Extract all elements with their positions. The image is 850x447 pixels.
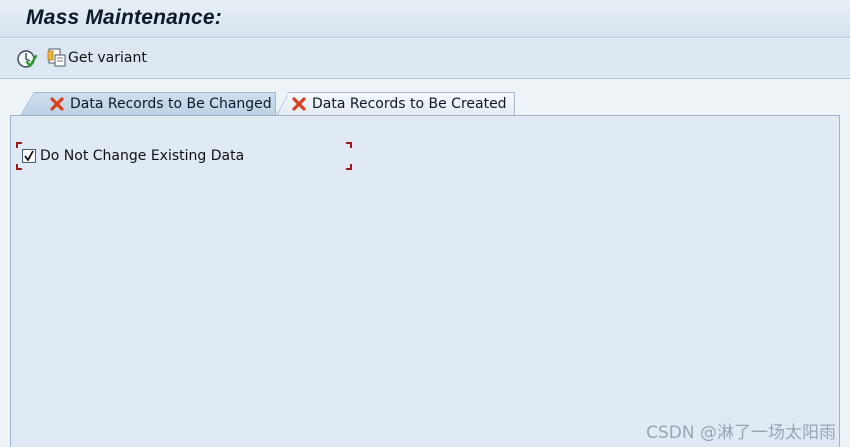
- page-title: Mass Maintenance:: [26, 6, 222, 29]
- do-not-change-existing-data-checkbox[interactable]: [22, 149, 36, 163]
- frame-corner-bottom-left: [16, 164, 22, 170]
- execute-button[interactable]: [16, 48, 38, 70]
- tab-content-panel: [10, 115, 840, 447]
- checkmark-icon: [24, 150, 34, 162]
- title-bar: Mass Maintenance:: [0, 0, 850, 38]
- red-x-icon: [50, 97, 64, 111]
- get-variant-label: Get variant: [68, 50, 147, 66]
- red-x-icon: [292, 97, 306, 111]
- frame-corner-top-left: [16, 142, 22, 148]
- checkbox-label: Do Not Change Existing Data: [40, 148, 245, 164]
- frame-corner-bottom-right: [346, 164, 352, 170]
- watermark: CSDN @淋了一场太阳雨: [646, 423, 836, 443]
- tab-label-changed: Data Records to Be Changed: [70, 96, 272, 112]
- execute-icon: [17, 50, 38, 68]
- get-variant-button[interactable]: Get variant: [46, 47, 147, 71]
- frame-corner-top-right: [346, 142, 352, 148]
- get-variant-icon: [47, 48, 66, 67]
- tab-label-created: Data Records to Be Created: [312, 96, 507, 112]
